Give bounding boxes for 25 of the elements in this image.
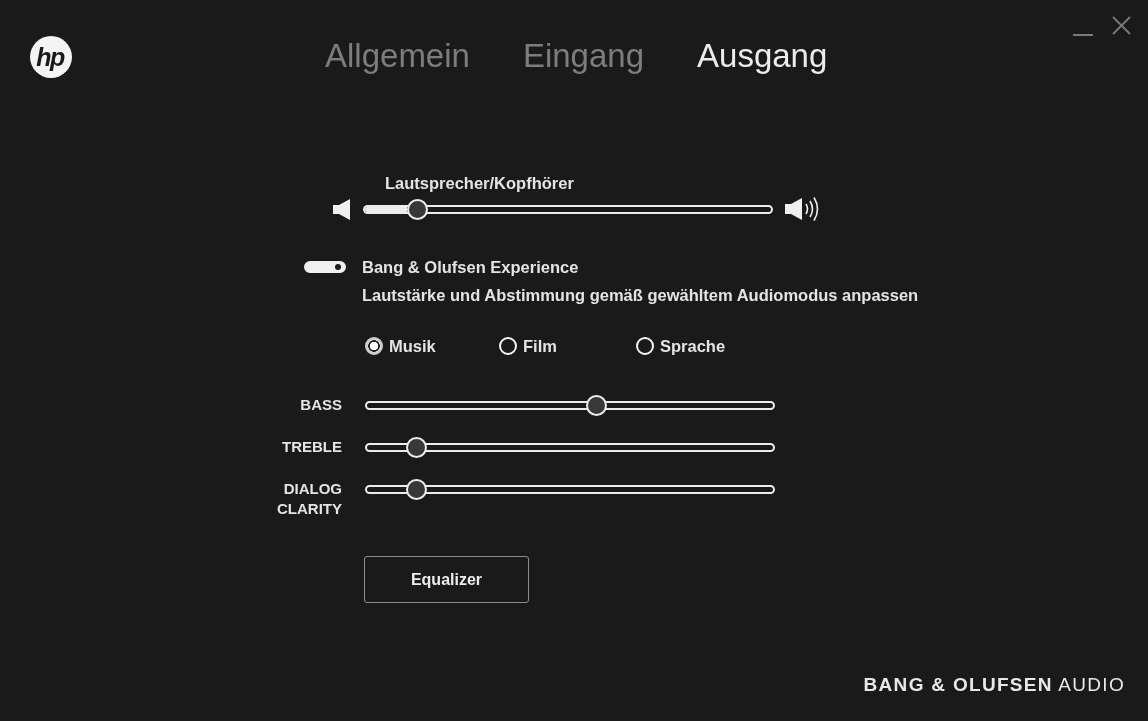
close-icon — [1112, 16, 1131, 35]
tab[interactable]: Ausgang — [697, 36, 828, 76]
volume-label: Lautsprecher/Kopfhörer — [385, 173, 574, 193]
equalizer-button[interactable]: Equalizer — [364, 556, 529, 603]
tab[interactable]: Allgemein — [325, 36, 470, 76]
close-button[interactable] — [1112, 16, 1131, 35]
slider-label: TREBLE — [281, 437, 342, 457]
radio-button[interactable] — [365, 337, 383, 355]
slider-label: DIALOG CLARITY — [276, 479, 342, 519]
slider-thumb[interactable] — [405, 478, 427, 500]
logo: hp — [30, 36, 72, 78]
radio-label: Musik — [389, 336, 436, 356]
tab[interactable]: Eingang — [522, 36, 645, 76]
slider-label: BASS — [299, 395, 342, 415]
experience-description: Lautstärke und Abstimmung gemäß gewähltem Audiomodus anpassen — [362, 285, 919, 305]
experience-title: Bang & Olufsen Experience — [362, 257, 579, 277]
minimize-icon — [1073, 34, 1093, 36]
radio-label: Film — [523, 336, 557, 356]
radio-label: Sprache — [660, 336, 726, 356]
toggle-switch[interactable] — [304, 261, 346, 273]
brand-wordmark: BANG & OLUFSEN AUDIO — [863, 673, 1125, 697]
slider-thumb[interactable] — [405, 436, 427, 458]
speaker-icon — [333, 198, 351, 220]
slider-thumb[interactable] — [407, 198, 429, 220]
slider-thumb[interactable] — [586, 394, 608, 416]
